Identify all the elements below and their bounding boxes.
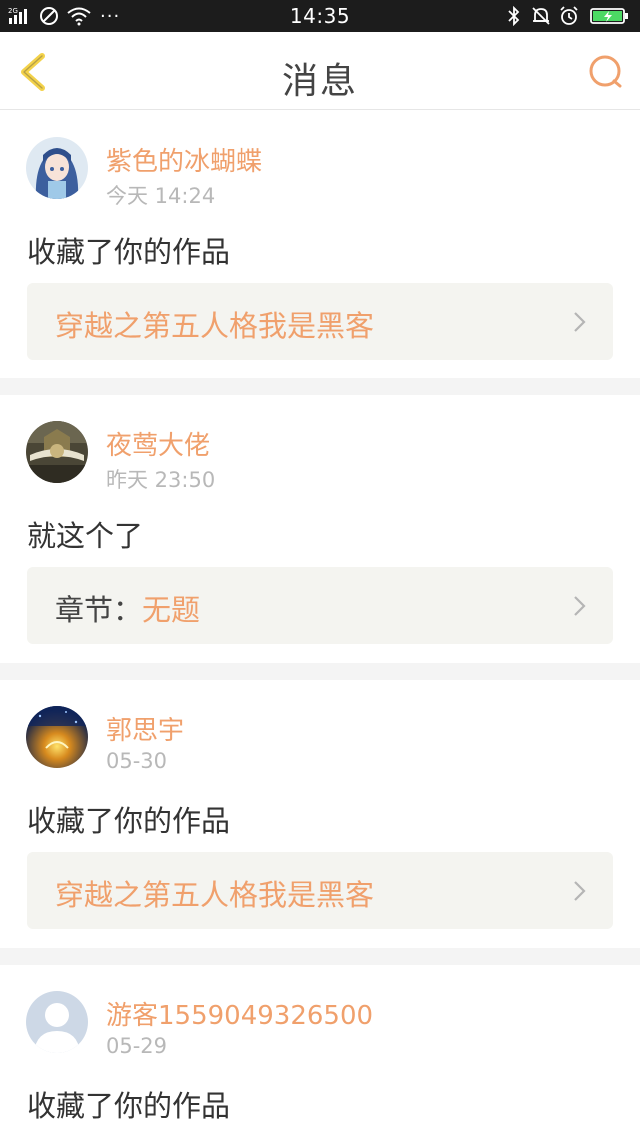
message-card: 游客1559049326500 05-29 收藏了你的作品 <box>0 965 640 1135</box>
search-icon <box>589 55 622 88</box>
work-link-text: 穿越之第五人格我是黑客 <box>55 872 374 914</box>
message-time: 05-30 <box>106 749 168 773</box>
divider <box>0 663 640 680</box>
sender-name[interactable]: 夜莺大佬 <box>106 425 210 462</box>
sender-name[interactable]: 紫色的冰蝴蝶 <box>106 141 262 178</box>
avatar[interactable] <box>26 137 88 199</box>
status-icons-right <box>506 6 630 26</box>
sender-name[interactable]: 郭思宇 <box>106 710 184 747</box>
message-text: 收藏了你的作品 <box>27 804 231 838</box>
avatar-default[interactable] <box>26 991 88 1053</box>
chevron-right-icon <box>574 881 586 901</box>
sender-name[interactable]: 游客1559049326500 <box>106 995 373 1032</box>
chevron-right-icon <box>574 596 586 616</box>
divider <box>0 378 640 395</box>
bell-muted-icon <box>532 7 550 25</box>
message-card: 紫色的冰蝴蝶 今天 14:24 收藏了你的作品 穿越之第五人格我是黑客 <box>0 111 640 378</box>
message-time: 今天 14:24 <box>106 184 216 208</box>
search-button[interactable] <box>586 52 626 92</box>
message-card: 夜莺大佬 昨天 23:50 就这个了 章节：无题 <box>0 395 640 663</box>
message-text: 就这个了 <box>27 519 144 553</box>
work-link[interactable]: 穿越之第五人格我是黑客 <box>27 283 613 360</box>
chapter-prefix: 章节： <box>55 593 143 627</box>
chapter-link-text: 章节：无题 <box>55 587 200 629</box>
work-link[interactable]: 穿越之第五人格我是黑客 <box>27 852 613 929</box>
user-placeholder-icon <box>26 991 88 1053</box>
avatar[interactable] <box>26 706 88 768</box>
avatar[interactable] <box>26 421 88 483</box>
status-bar: 2G ··· 14:35 <box>0 0 640 32</box>
bluetooth-icon <box>508 6 520 26</box>
message-card: 郭思宇 05-30 收藏了你的作品 穿越之第五人格我是黑客 <box>0 680 640 948</box>
work-title: 穿越之第五人格我是黑客 <box>55 309 375 343</box>
message-list: 紫色的冰蝴蝶 今天 14:24 收藏了你的作品 穿越之第五人格我是黑客 夜莺大佬… <box>0 111 640 1135</box>
message-text: 收藏了你的作品 <box>27 235 231 269</box>
header: 消息 <box>0 32 640 110</box>
divider <box>0 948 640 965</box>
alarm-icon <box>560 6 578 25</box>
message-time: 昨天 23:50 <box>106 468 216 492</box>
page-title: 消息 <box>281 61 358 102</box>
battery-charging-icon <box>590 8 628 24</box>
message-time: 05-29 <box>106 1034 168 1058</box>
work-title: 穿越之第五人格我是黑客 <box>55 878 375 912</box>
work-link-text: 穿越之第五人格我是黑客 <box>55 303 374 345</box>
chapter-title: 无题 <box>142 593 201 627</box>
message-text: 收藏了你的作品 <box>27 1089 231 1123</box>
chevron-right-icon <box>574 312 586 332</box>
chapter-link[interactable]: 章节：无题 <box>27 567 613 644</box>
